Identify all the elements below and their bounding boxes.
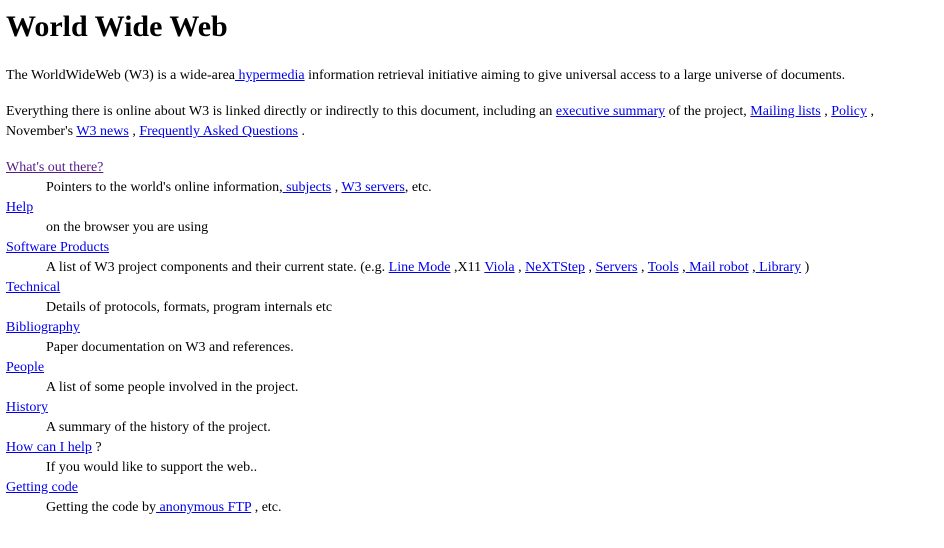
section-history: History [6, 398, 936, 418]
whats-out-there-link[interactable]: What's out there? [6, 160, 103, 175]
everything-text-3: , [820, 104, 832, 119]
section-people: People [6, 358, 936, 378]
nextstep-link[interactable]: NeXTStep [525, 260, 585, 275]
bibliography-description: Paper documentation on W3 and references… [46, 340, 294, 355]
servers-link[interactable]: Servers [595, 260, 637, 275]
getting-code-text-1: Getting the code by [46, 500, 157, 515]
everything-text-5: , [128, 124, 140, 139]
software-text-1: A list of W3 project components and thei… [46, 260, 389, 275]
line-mode-link[interactable]: Line Mode [389, 260, 451, 275]
software-products-description: A list of W3 project components and thei… [46, 258, 936, 278]
history-link[interactable]: History [6, 400, 48, 415]
help-link[interactable]: Help [6, 200, 33, 215]
software-text-4: , [584, 260, 596, 275]
page-title: World Wide Web [6, 10, 228, 43]
executive-summary-link[interactable]: executive summary [556, 104, 665, 119]
section-technical: Technical [6, 278, 936, 298]
software-text-7: , [748, 260, 756, 275]
intro-text-after: information retrieval initiative aiming … [304, 68, 846, 83]
software-text-3: , [514, 260, 526, 275]
section-bibliography: Bibliography [6, 318, 936, 338]
mail-robot-link[interactable]: Mail robot [686, 260, 749, 275]
section-getting-code: Getting code [6, 478, 936, 498]
getting-code-link[interactable]: Getting code [6, 480, 78, 495]
document-body: World Wide Web The WorldWideWeb (W3) is … [6, 0, 936, 518]
tools-link[interactable]: Tools [648, 260, 679, 275]
hypermedia-link[interactable]: hypermedia [235, 68, 305, 83]
getting-code-description: Getting the code by anonymous FTP , etc. [46, 498, 936, 518]
library-link[interactable]: Library [756, 260, 801, 275]
software-products-link[interactable]: Software Products [6, 240, 109, 255]
intro-paragraph: The WorldWideWeb (W3) is a wide-area hyp… [6, 66, 936, 86]
software-text-6: , [678, 260, 686, 275]
software-text-8: ) [801, 260, 810, 275]
subjects-link[interactable]: subjects [283, 180, 331, 195]
w3-servers-link[interactable]: W3 servers [341, 180, 404, 195]
software-text-2: ,X11 [450, 260, 485, 275]
help-description: on the browser you are using [46, 220, 209, 235]
section-software-products: Software Products [6, 238, 936, 258]
technical-link[interactable]: Technical [6, 280, 60, 295]
everything-text-1: Everything there is online about W3 is l… [6, 104, 556, 119]
getting-code-text-2: , etc. [251, 500, 282, 515]
whats-out-there-description: Pointers to the world's online informati… [46, 178, 936, 198]
everything-paragraph: Everything there is online about W3 is l… [6, 102, 936, 142]
section-whats-out-there: What's out there? [6, 158, 936, 178]
section-help: Help [6, 198, 936, 218]
software-text-5: , [637, 260, 648, 275]
w3-news-link[interactable]: W3 news [76, 124, 129, 139]
section-list: What's out there? Pointers to the world'… [6, 158, 936, 518]
whats-out-text-2: , [331, 180, 342, 195]
section-how-can-i-help: How can I help ? [6, 438, 936, 458]
policy-link[interactable]: Policy [831, 104, 867, 119]
viola-link[interactable]: Viola [484, 260, 514, 275]
anonymous-ftp-link[interactable]: anonymous FTP [156, 500, 252, 515]
mailing-lists-link[interactable]: Mailing lists [750, 104, 820, 119]
how-can-i-help-description: If you would like to support the web.. [46, 460, 258, 475]
history-description: A summary of the history of the project. [46, 420, 271, 435]
whats-out-text-1: Pointers to the world's online informati… [46, 180, 283, 195]
faq-link[interactable]: Frequently Asked Questions [139, 124, 298, 139]
bibliography-link[interactable]: Bibliography [6, 320, 80, 335]
technical-description: Details of protocols, formats, program i… [46, 300, 333, 315]
how-can-i-help-link[interactable]: How can I help [6, 440, 92, 455]
intro-text-before: The WorldWideWeb (W3) is a wide-area [6, 68, 235, 83]
everything-text-6: . [297, 124, 305, 139]
people-description: A list of some people involved in the pr… [46, 380, 299, 395]
everything-text-2: of the project, [665, 104, 751, 119]
people-link[interactable]: People [6, 360, 44, 375]
whats-out-text-3: , etc. [404, 180, 432, 195]
how-can-i-help-suffix: ? [91, 440, 102, 455]
